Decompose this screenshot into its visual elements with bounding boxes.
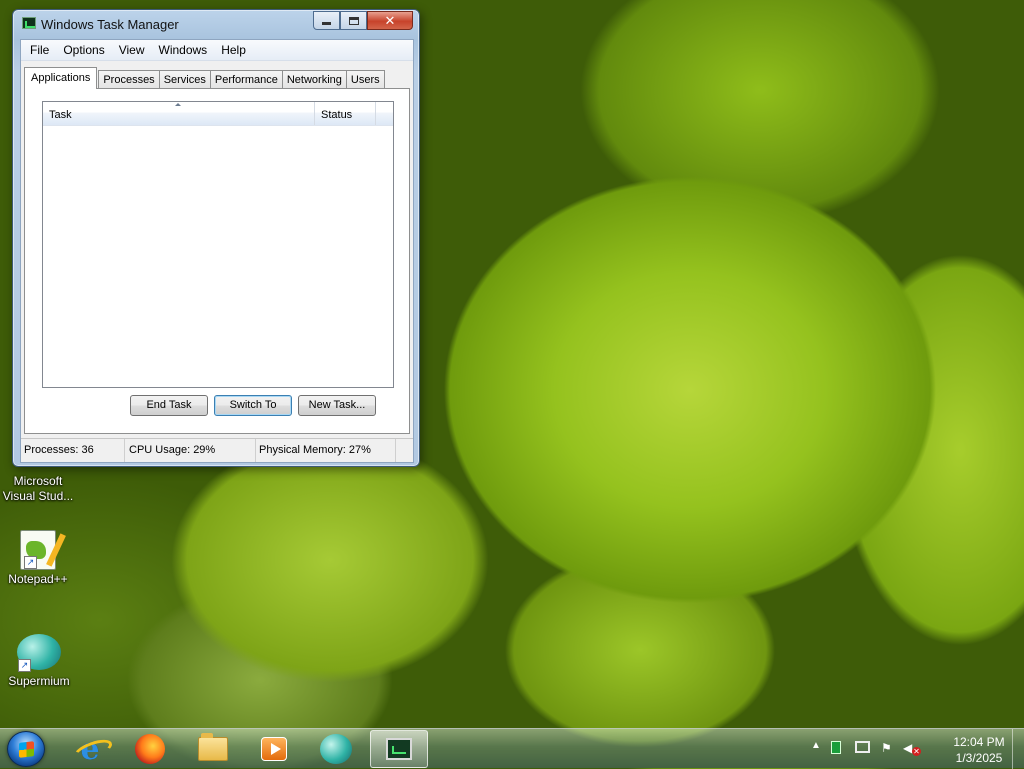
column-header-status-label: Status	[321, 109, 353, 121]
file-explorer-icon	[198, 733, 228, 761]
status-processes: Processes: 36	[21, 439, 125, 462]
status-bar: Processes: 36 CPU Usage: 29% Physical Me…	[21, 438, 413, 462]
switch-to-button[interactable]: Switch To	[214, 395, 292, 416]
shortcut-arrow-icon: ↗	[24, 556, 37, 569]
media-player-icon	[261, 737, 287, 761]
task-manager-icon	[386, 738, 412, 760]
task-manager-tray-icon[interactable]	[831, 741, 841, 754]
action-center-flag-icon[interactable]: ⚑	[881, 741, 892, 755]
column-header-status[interactable]: Status	[315, 102, 376, 125]
menu-file[interactable]: File	[23, 41, 56, 60]
taskbar-media-player[interactable]	[245, 730, 303, 768]
desktop-icon-notepad-plus-plus-label: Notepad++	[8, 572, 68, 586]
desktop-icon-supermium-label: Supermium	[8, 674, 70, 688]
new-task-button[interactable]: New Task...	[298, 395, 376, 416]
clock-date: 1/3/2025	[955, 751, 1003, 765]
column-header-task[interactable]: Task	[43, 102, 315, 125]
caption-buttons: ✕	[313, 11, 413, 30]
supermium-icon: ↗	[15, 632, 63, 672]
column-header-task-label: Task	[49, 109, 72, 121]
clock-time: 12:04 PM	[953, 735, 1005, 749]
clock[interactable]: 12:04 PM 1/3/2025	[944, 734, 1014, 766]
volume-muted-icon[interactable]: ◀	[903, 741, 912, 755]
desktop-icon-supermium[interactable]: ↗ Supermium	[1, 632, 77, 689]
minimize-icon	[322, 22, 331, 25]
tab-performance[interactable]: Performance	[209, 70, 283, 89]
taskbar-task-manager[interactable]	[370, 730, 428, 768]
shortcut-arrow-icon: ↗	[18, 659, 31, 672]
maximize-button[interactable]	[340, 11, 367, 30]
window-client-area: File Options View Windows Help Applicati…	[20, 39, 414, 463]
taskbar-file-explorer[interactable]	[184, 730, 242, 768]
tab-applications[interactable]: Applications	[24, 67, 98, 89]
internet-explorer-icon: e	[80, 731, 100, 767]
menu-help[interactable]: Help	[214, 41, 253, 60]
applications-panel: Task Status End Task Switch To New Task.…	[24, 88, 410, 434]
close-icon: ✕	[384, 12, 396, 28]
taskbar-internet-explorer[interactable]: e	[61, 730, 119, 768]
start-button[interactable]	[7, 731, 45, 767]
firefox-icon	[135, 734, 165, 764]
menu-bar: File Options View Windows Help	[21, 40, 413, 61]
end-task-button[interactable]: End Task	[130, 395, 208, 416]
task-list[interactable]: Task Status	[42, 101, 394, 388]
system-tray: ▲ ⚑ ◀ ✕ 12:04 PM 1/3/2025	[809, 729, 1024, 769]
supermium-icon	[320, 734, 352, 764]
tab-processes[interactable]: Processes	[98, 70, 160, 89]
maximize-icon	[348, 16, 359, 25]
tab-users[interactable]: Users	[345, 70, 385, 89]
minimize-button[interactable]	[313, 11, 340, 30]
taskbar-supermium[interactable]	[307, 730, 365, 768]
tab-networking[interactable]: Networking	[281, 70, 347, 89]
tab-services[interactable]: Services	[158, 70, 211, 89]
show-desktop-button[interactable]	[1012, 729, 1024, 769]
desktop-icon-notepad-plus-plus[interactable]: ↗ Notepad++	[0, 530, 76, 587]
tab-strip: Applications Processes Services Performa…	[24, 67, 385, 89]
desktop-icon-visual-studio[interactable]: Microsoft Visual Stud...	[0, 474, 76, 504]
sort-ascending-icon	[175, 103, 181, 106]
menu-view[interactable]: View	[112, 41, 152, 60]
task-manager-window[interactable]: Windows Task Manager ✕ File Options View…	[12, 9, 420, 467]
menu-windows[interactable]: Windows	[152, 41, 215, 60]
taskbar-firefox[interactable]	[121, 730, 179, 768]
status-cpu-usage: CPU Usage: 29%	[125, 439, 256, 462]
taskbar: e ▲ ⚑ ◀ ✕ 12:04 PM 1/3/2025	[0, 728, 1024, 769]
network-icon[interactable]	[855, 741, 870, 753]
show-hidden-icons-icon[interactable]: ▲	[811, 740, 821, 751]
task-manager-app-icon	[22, 17, 36, 29]
task-list-header: Task Status	[43, 102, 393, 126]
title-bar[interactable]: Windows Task Manager ✕	[13, 10, 419, 38]
menu-options[interactable]: Options	[56, 41, 111, 60]
desktop-icon-visual-studio-label: Microsoft Visual Stud...	[2, 474, 74, 503]
close-button[interactable]: ✕	[367, 11, 413, 30]
status-physical-memory: Physical Memory: 27%	[256, 439, 396, 462]
mute-badge-icon: ✕	[912, 747, 921, 756]
window-title: Windows Task Manager	[41, 17, 179, 32]
notepad-plus-plus-icon: ↗	[20, 530, 66, 570]
